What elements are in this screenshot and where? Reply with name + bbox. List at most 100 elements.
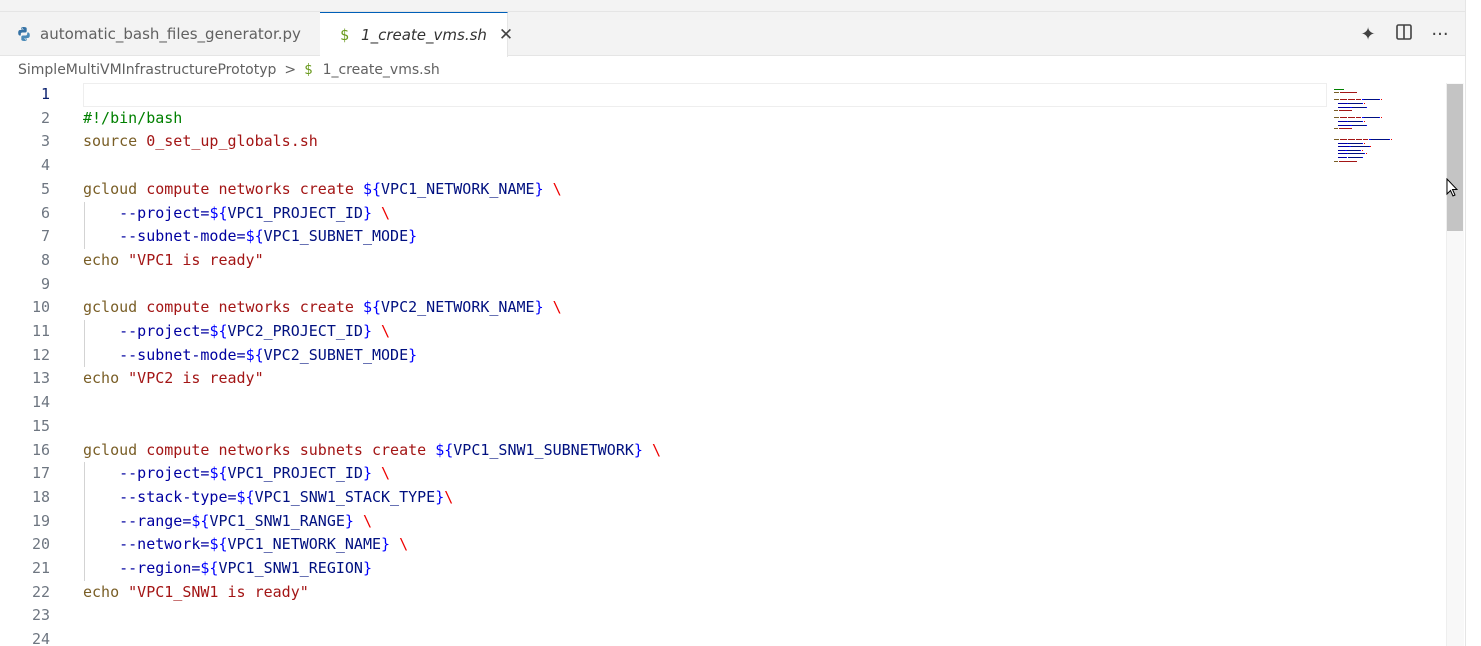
code-token: VPC1_PROJECT_ID	[227, 464, 363, 483]
minimap[interactable]	[1330, 83, 1448, 283]
code-line[interactable]: 21 --region=${VPC1_SNW1_REGION}	[0, 557, 1330, 581]
minimap-mark	[1390, 139, 1392, 140]
minimap-mark	[1337, 153, 1347, 155]
code-token: 0_set_up_globals.sh	[146, 132, 318, 151]
scrollbar-thumb[interactable]	[1447, 84, 1463, 231]
minimap-mark	[1338, 128, 1352, 130]
code-line[interactable]: 18 --stack-type=${VPC1_SNW1_STACK_TYPE}\	[0, 486, 1330, 510]
code-token: }	[362, 559, 372, 577]
line-number: 7	[40, 227, 50, 246]
minimap-mark	[1352, 106, 1367, 108]
code-line[interactable]: 6 --project=${VPC1_PROJECT_ID} \	[0, 202, 1330, 226]
code-line[interactable]: 17 --project=${VPC1_PROJECT_ID} \	[0, 462, 1330, 486]
minimap-mark	[1334, 92, 1340, 94]
minimap-mark	[1366, 124, 1368, 126]
code-token: compute	[146, 298, 210, 317]
code-token: }	[435, 487, 445, 506]
minimap-mark	[1363, 117, 1379, 119]
code-token: VPC2_NETWORK_NAME	[381, 298, 535, 317]
breadcrumb-file[interactable]: 1_create_vms.sh	[323, 62, 440, 78]
close-icon[interactable]: ✕	[499, 25, 513, 45]
code-text: gcloud compute networks subnets create $…	[83, 439, 661, 463]
minimap-mark	[1347, 99, 1355, 101]
code-line[interactable]: 22 echo "VPC1_SNW1 is ready"	[0, 581, 1330, 605]
sparkle-icon[interactable]: ✦	[1357, 24, 1379, 45]
line-number: 13	[31, 369, 50, 388]
code-line[interactable]: 2 #!/bin/bash	[0, 107, 1330, 131]
code-text: --stack-type=${VPC1_SNW1_STACK_TYPE}\	[83, 486, 453, 510]
code-line[interactable]: 11 --project=${VPC2_PROJECT_ID} \	[0, 320, 1330, 344]
code-line[interactable]: 13 echo "VPC2 is ready"	[0, 367, 1330, 391]
code-line[interactable]: 1	[0, 83, 1330, 107]
code-line[interactable]: 9	[0, 273, 1330, 297]
code-token: \	[381, 464, 391, 483]
code-line[interactable]: 19 --range=${VPC1_SNW1_RANGE} \	[0, 510, 1330, 534]
mouse-pointer-icon	[1446, 178, 1458, 197]
minimap-mark	[1366, 106, 1368, 108]
minimap-mark	[1388, 139, 1390, 140]
code-token: --subnet-mode=	[119, 227, 246, 246]
minimap-mark	[1348, 103, 1362, 104]
code-token: \	[399, 535, 409, 554]
code-token: compute	[146, 440, 210, 459]
code-editor[interactable]: 1 2 #!/bin/bash 3 source 0_set_up_globals.sh…	[0, 83, 1330, 646]
code-token: ${	[191, 511, 210, 530]
code-token: }	[362, 464, 372, 483]
code-line[interactable]: 12 --subnet-mode=${VPC2_SUBNET_MODE}	[0, 344, 1330, 368]
code-token: VPC1_NETWORK_NAME	[227, 535, 382, 554]
code-line[interactable]: 20 --network=${VPC1_NETWORK_NAME} \	[0, 533, 1330, 557]
code-line[interactable]: 5 gcloud compute networks create ${VPC1_N…	[0, 178, 1330, 202]
tab-automatic-bash-files-generator[interactable]: automatic_bash_files_generator.py	[0, 12, 320, 56]
line-number: 9	[40, 274, 50, 293]
minimap-mark	[1334, 139, 1340, 140]
minimap-mark	[1347, 117, 1355, 119]
code-token: }	[408, 227, 418, 246]
split-editor-icon[interactable]	[1393, 23, 1415, 46]
code-token: VPC2_SUBNET_MODE	[263, 345, 409, 364]
code-token: ${	[209, 464, 228, 483]
code-token: }	[633, 440, 643, 459]
tab-1-create-vms[interactable]: $ 1_create_vms.sh ✕	[320, 12, 513, 57]
code-token: gcloud	[83, 298, 138, 317]
code-line[interactable]: 16 gcloud compute networks subnets create…	[0, 439, 1330, 463]
code-token: ${	[362, 298, 382, 317]
code-line[interactable]: 7 --subnet-mode=${VPC1_SUBNET_MODE}	[0, 225, 1330, 249]
line-number: 23	[31, 606, 50, 625]
minimap-mark	[1346, 149, 1361, 151]
code-token: }	[344, 511, 354, 530]
code-line[interactable]: 4	[0, 154, 1330, 178]
code-line[interactable]: 24	[0, 628, 1330, 646]
code-text: --region=${VPC1_SNW1_REGION}	[83, 557, 372, 581]
code-token: VPC1_SNW1_SUBNETWORK	[453, 440, 634, 459]
code-line[interactable]: 10 gcloud compute networks create ${VPC2_…	[0, 296, 1330, 320]
code-line[interactable]: 15	[0, 415, 1330, 439]
code-token: networks	[218, 440, 291, 459]
line-number: 5	[40, 179, 50, 198]
code-token: }	[362, 322, 372, 340]
line-number: 15	[31, 416, 50, 435]
code-text: gcloud compute networks create ${VPC1_NE…	[83, 178, 562, 202]
breadcrumb-folder[interactable]: SimpleMultiVMInfrastructurePrototyp	[18, 62, 276, 78]
code-line[interactable]: 3 source 0_set_up_globals.sh	[0, 130, 1330, 154]
minimap-mark	[1351, 146, 1370, 148]
code-token: \	[381, 322, 391, 340]
code-token: "VPC1_SNW1 is ready"	[128, 582, 309, 601]
code-line[interactable]: 8 echo "VPC1 is ready"	[0, 249, 1330, 273]
window-top-strip	[0, 0, 1481, 12]
more-actions-icon[interactable]: ···	[1429, 24, 1451, 45]
code-line[interactable]: 23	[0, 604, 1330, 628]
minimap-mark	[1361, 142, 1363, 144]
minimap-mark	[1337, 103, 1347, 104]
minimap-mark	[1370, 139, 1389, 140]
tab-label: 1_create_vms.sh	[361, 26, 487, 44]
tab-label: automatic_bash_files_generator.py	[40, 25, 301, 43]
code-line[interactable]: 14	[0, 391, 1330, 415]
